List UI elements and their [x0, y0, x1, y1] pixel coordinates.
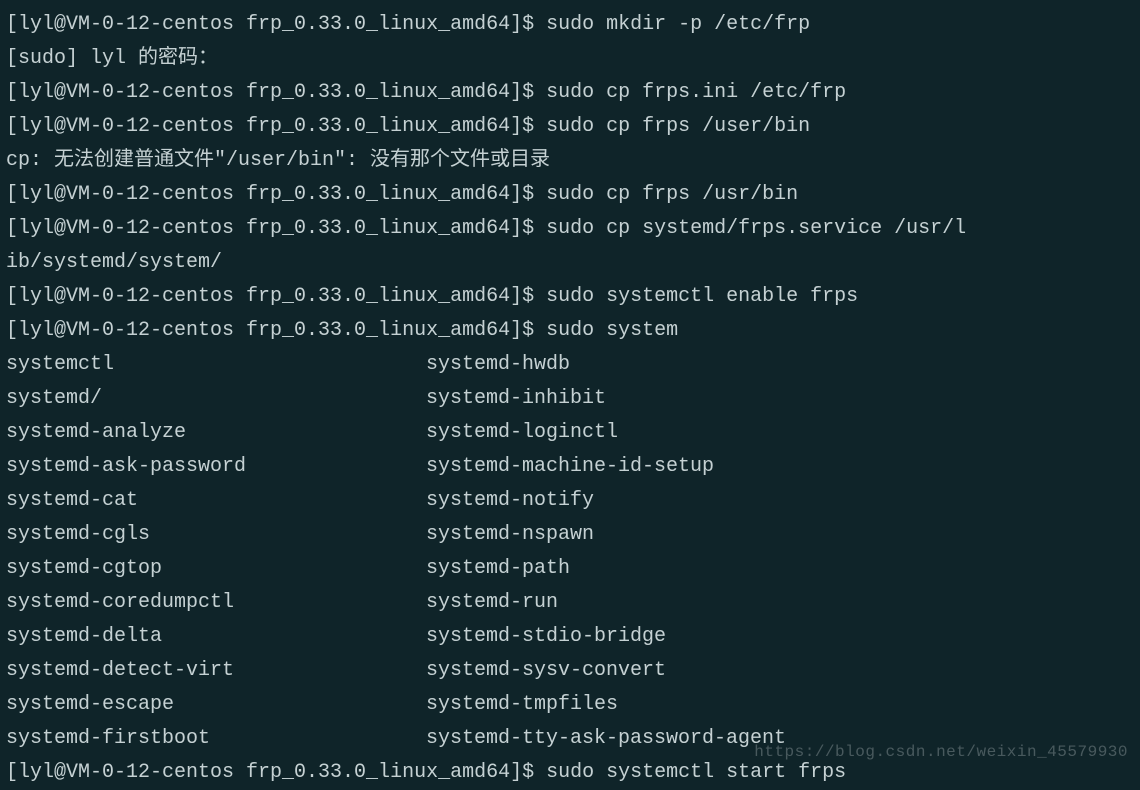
shell-command: sudo cp frps /user/bin	[546, 115, 810, 138]
completion-item: systemd-inhibit	[426, 382, 1134, 416]
tab-completion-row: systemd-cgtopsystemd-path	[6, 552, 1134, 586]
completion-item: systemd-delta	[6, 620, 426, 654]
tab-completion-row: systemd-deltasystemd-stdio-bridge	[6, 620, 1134, 654]
terminal-line: [lyl@VM-0-12-centos frp_0.33.0_linux_amd…	[6, 76, 1134, 110]
tab-completion-row: systemd-catsystemd-notify	[6, 484, 1134, 518]
terminal-line: [lyl@VM-0-12-centos frp_0.33.0_linux_amd…	[6, 8, 1134, 42]
completion-item: systemd-cat	[6, 484, 426, 518]
completion-item: systemctl	[6, 348, 426, 382]
tab-completion-row: systemd/systemd-inhibit	[6, 382, 1134, 416]
tab-completion-row: systemd-firstbootsystemd-tty-ask-passwor…	[6, 722, 1134, 756]
shell-command: sudo mkdir -p /etc/frp	[546, 13, 810, 36]
completion-item: systemd-escape	[6, 688, 426, 722]
shell-command: sudo system	[546, 319, 678, 342]
completion-item: systemd-machine-id-setup	[426, 450, 1134, 484]
completion-item: systemd-tmpfiles	[426, 688, 1134, 722]
completion-item: systemd-tty-ask-password-agent	[426, 722, 1134, 756]
completion-item: systemd-notify	[426, 484, 1134, 518]
shell-prompt: [lyl@VM-0-12-centos frp_0.33.0_linux_amd…	[6, 285, 546, 308]
completion-item: systemd-ask-password	[6, 450, 426, 484]
completion-item: systemd-analyze	[6, 416, 426, 450]
terminal-line: [sudo] lyl 的密码：	[6, 42, 1134, 76]
completion-item: systemd-cgtop	[6, 552, 426, 586]
terminal-line: ib/systemd/system/	[6, 246, 1134, 280]
completion-item: systemd-stdio-bridge	[426, 620, 1134, 654]
terminal-line: [lyl@VM-0-12-centos frp_0.33.0_linux_amd…	[6, 314, 1134, 348]
terminal-line: [lyl@VM-0-12-centos frp_0.33.0_linux_amd…	[6, 178, 1134, 212]
tab-completion-row: systemd-escapesystemd-tmpfiles	[6, 688, 1134, 722]
shell-command: sudo cp frps.ini /etc/frp	[546, 81, 846, 104]
shell-prompt: [lyl@VM-0-12-centos frp_0.33.0_linux_amd…	[6, 761, 546, 784]
completion-item: systemd-coredumpctl	[6, 586, 426, 620]
terminal-output[interactable]: [lyl@VM-0-12-centos frp_0.33.0_linux_amd…	[6, 8, 1134, 790]
completion-item: systemd-nspawn	[426, 518, 1134, 552]
terminal-line: cp: 无法创建普通文件"/user/bin": 没有那个文件或目录	[6, 144, 1134, 178]
terminal-line: [lyl@VM-0-12-centos frp_0.33.0_linux_amd…	[6, 280, 1134, 314]
terminal-line: [lyl@VM-0-12-centos frp_0.33.0_linux_amd…	[6, 756, 1134, 790]
tab-completion-row: systemd-analyzesystemd-loginctl	[6, 416, 1134, 450]
completion-item: systemd-detect-virt	[6, 654, 426, 688]
shell-prompt: [lyl@VM-0-12-centos frp_0.33.0_linux_amd…	[6, 217, 546, 240]
shell-command: sudo systemctl enable frps	[546, 285, 858, 308]
shell-command: sudo cp frps /usr/bin	[546, 183, 798, 206]
shell-command: sudo cp systemd/frps.service /usr/l	[546, 217, 966, 240]
shell-prompt: [lyl@VM-0-12-centos frp_0.33.0_linux_amd…	[6, 13, 546, 36]
completion-item: systemd-run	[426, 586, 1134, 620]
output-text: cp: 无法创建普通文件"/user/bin": 没有那个文件或目录	[6, 149, 550, 172]
tab-completion-row: systemctlsystemd-hwdb	[6, 348, 1134, 382]
shell-prompt: [lyl@VM-0-12-centos frp_0.33.0_linux_amd…	[6, 319, 546, 342]
output-text: ib/systemd/system/	[6, 251, 222, 274]
completion-item: systemd-hwdb	[426, 348, 1134, 382]
completion-item: systemd-path	[426, 552, 1134, 586]
shell-prompt: [lyl@VM-0-12-centos frp_0.33.0_linux_amd…	[6, 115, 546, 138]
tab-completion-row: systemd-coredumpctlsystemd-run	[6, 586, 1134, 620]
tab-completion-row: systemd-cglssystemd-nspawn	[6, 518, 1134, 552]
completion-item: systemd-cgls	[6, 518, 426, 552]
completion-item: systemd-firstboot	[6, 722, 426, 756]
completion-item: systemd-sysv-convert	[426, 654, 1134, 688]
shell-command: sudo systemctl start frps	[546, 761, 846, 784]
terminal-line: [lyl@VM-0-12-centos frp_0.33.0_linux_amd…	[6, 212, 1134, 246]
shell-prompt: [lyl@VM-0-12-centos frp_0.33.0_linux_amd…	[6, 81, 546, 104]
completion-item: systemd/	[6, 382, 426, 416]
completion-item: systemd-loginctl	[426, 416, 1134, 450]
tab-completion-row: systemd-ask-passwordsystemd-machine-id-s…	[6, 450, 1134, 484]
terminal-line: [lyl@VM-0-12-centos frp_0.33.0_linux_amd…	[6, 110, 1134, 144]
shell-prompt: [lyl@VM-0-12-centos frp_0.33.0_linux_amd…	[6, 183, 546, 206]
tab-completion-row: systemd-detect-virtsystemd-sysv-convert	[6, 654, 1134, 688]
output-text: [sudo] lyl 的密码：	[6, 47, 218, 70]
